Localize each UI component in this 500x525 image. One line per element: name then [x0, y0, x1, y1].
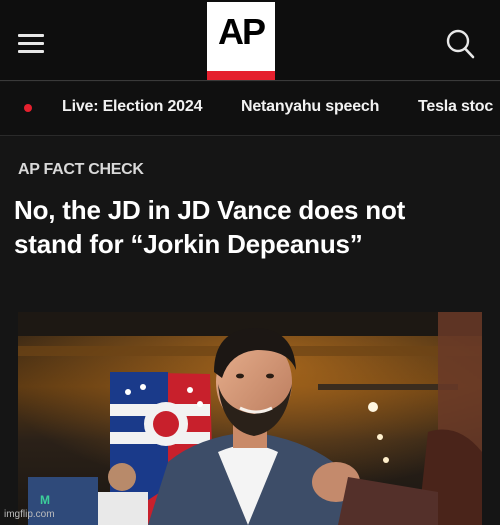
trending-nav: Live: Election 2024 Netanyahu speech Tes… — [0, 82, 500, 136]
svg-text:M: M — [40, 493, 50, 507]
article: AP FACT CHECK No, the JD in JD Vance doe… — [0, 137, 500, 525]
article-photo[interactable]: M — [18, 312, 482, 525]
ap-logo[interactable]: AP — [207, 2, 275, 80]
logo-red-bar — [207, 71, 275, 80]
article-kicker[interactable]: AP FACT CHECK — [18, 161, 144, 179]
headline-line-2: stand for “Jorkin Depeanus” — [14, 229, 363, 259]
nav-item-tesla[interactable]: Tesla stoc — [418, 98, 493, 116]
headline: No, the JD in JD Vance does not stand fo… — [14, 193, 492, 261]
nav-item-live-election[interactable]: Live: Election 2024 — [62, 98, 202, 116]
logo-text: AP — [217, 11, 266, 52]
headline-line-1: No, the JD in JD Vance does not — [14, 195, 406, 225]
nav-item-netanyahu[interactable]: Netanyahu speech — [241, 98, 379, 116]
top-bar: AP — [0, 0, 500, 81]
watermark: imgflip.com — [4, 509, 55, 520]
search-icon[interactable] — [444, 28, 476, 60]
live-indicator-icon — [24, 104, 32, 112]
hamburger-menu-icon[interactable] — [18, 34, 44, 54]
